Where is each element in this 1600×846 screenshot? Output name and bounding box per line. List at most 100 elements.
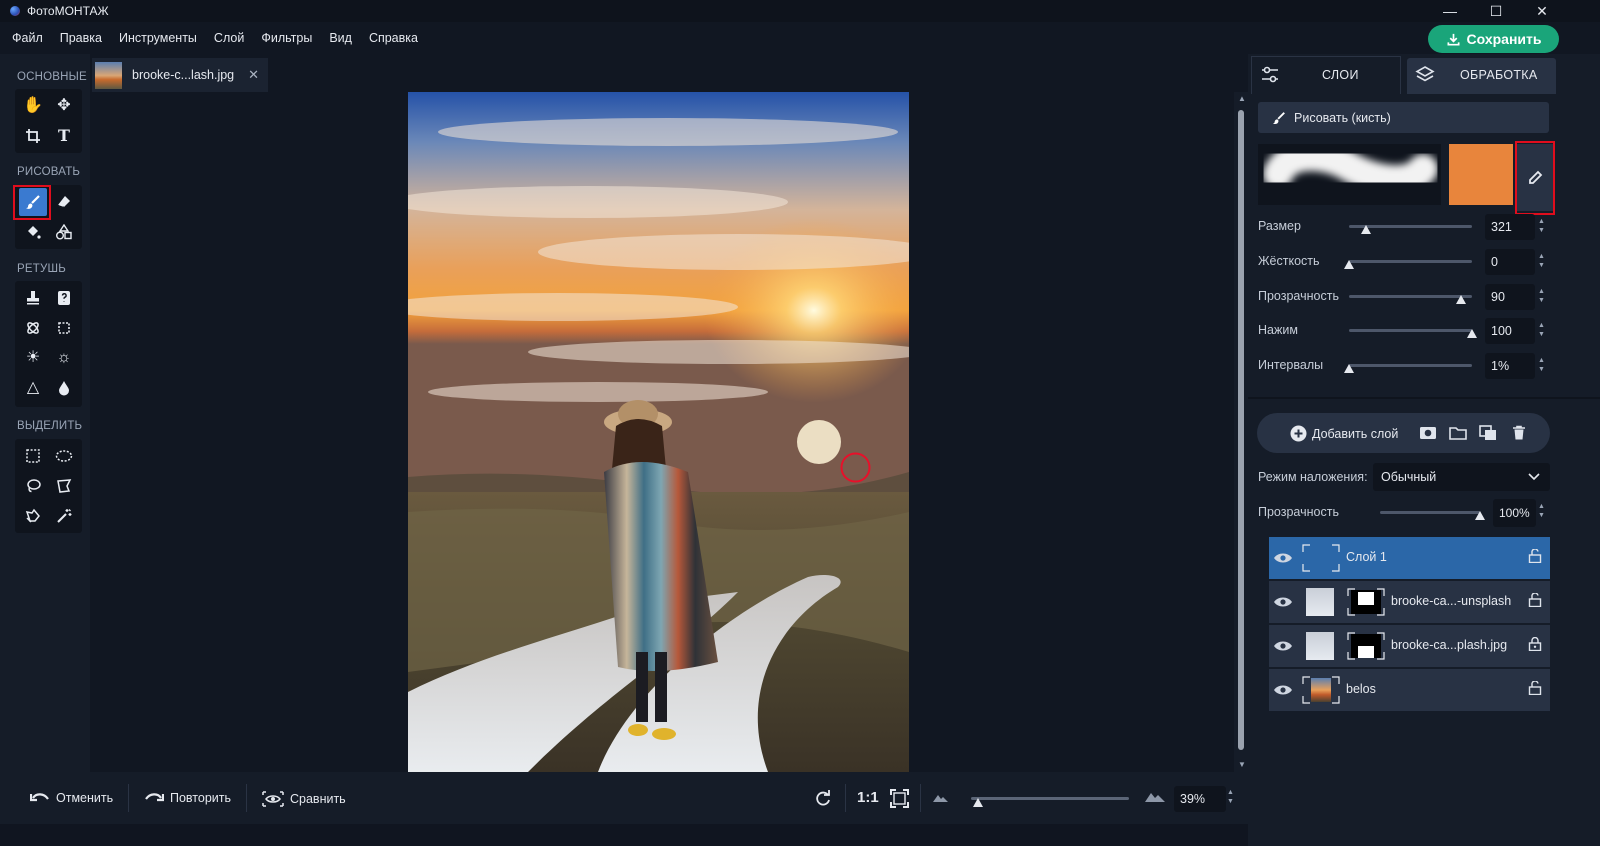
add-mask-button[interactable]	[1419, 425, 1437, 441]
magic-wand-tool[interactable]	[50, 502, 78, 530]
pressure-spinner[interactable]: ▲ ▼	[1538, 321, 1548, 339]
undo-label: Отменить	[56, 791, 114, 805]
trash-icon	[1513, 425, 1525, 440]
size-spinner[interactable]: ▲ ▼	[1538, 217, 1548, 235]
layer-opacity-slider[interactable]	[1380, 511, 1480, 514]
hand-tool[interactable]: ✋	[19, 92, 47, 120]
canvas-vertical-scrollbar[interactable]: ▲ ▼	[1234, 92, 1248, 772]
opacity-value-field[interactable]: 90	[1485, 284, 1535, 310]
menu-file[interactable]: Файл	[12, 31, 43, 45]
text-tool[interactable]: T	[50, 122, 78, 150]
opacity-slider-handle[interactable]	[1455, 295, 1466, 304]
fit-screen-icon[interactable]	[890, 789, 909, 808]
menu-edit[interactable]: Правка	[60, 31, 102, 45]
add-layer-button[interactable]: Добавить слой	[1290, 425, 1398, 442]
brush-shape-preview[interactable]	[1258, 141, 1441, 205]
layer-opacity-spinner[interactable]: ▲ ▼	[1538, 502, 1548, 520]
intervals-spinner[interactable]: ▲ ▼	[1538, 356, 1548, 374]
zoom-1-1-button[interactable]: 1:1	[857, 789, 879, 806]
hardness-slider-handle[interactable]	[1344, 260, 1354, 269]
stamp-tool[interactable]	[19, 284, 47, 312]
menu-layer[interactable]: Слой	[214, 31, 244, 45]
separator	[246, 784, 247, 812]
lock-icon[interactable]	[1528, 636, 1542, 654]
unlock-icon[interactable]	[1528, 680, 1542, 698]
photo-canvas[interactable]	[408, 92, 909, 772]
rect-select-tool[interactable]	[19, 442, 47, 470]
scroll-down-icon[interactable]: ▼	[1238, 760, 1246, 769]
brush-color-swatch[interactable]	[1449, 144, 1513, 205]
zoom-in-mountain-icon[interactable]	[1144, 789, 1166, 803]
save-button[interactable]: Сохранить	[1428, 25, 1559, 53]
blur-tool[interactable]	[50, 374, 78, 402]
layer-row-brooke-unsplash[interactable]: brooke-ca...-unsplash	[1269, 581, 1550, 623]
eraser-tool[interactable]	[50, 188, 78, 216]
pressure-value-field[interactable]: 100	[1485, 318, 1535, 344]
crop-tool[interactable]	[19, 122, 47, 150]
zoom-value-field[interactable]: 39%	[1174, 786, 1226, 812]
close-tab-icon[interactable]: ✕	[248, 67, 259, 83]
hardness-slider[interactable]	[1349, 260, 1472, 263]
redo-button[interactable]: Повторить	[144, 791, 231, 805]
duplicate-layer-button[interactable]	[1479, 425, 1497, 441]
pressure-slider[interactable]	[1349, 329, 1472, 332]
maximize-button[interactable]: ☐	[1473, 0, 1519, 22]
undo-button[interactable]: Отменить	[30, 791, 113, 805]
menu-view[interactable]: Вид	[329, 31, 352, 45]
visibility-eye-icon[interactable]	[1273, 680, 1293, 700]
intervals-slider[interactable]	[1349, 364, 1472, 367]
zoom-slider-track[interactable]	[971, 797, 1129, 800]
move-tool[interactable]: ✥	[50, 92, 78, 120]
zoom-spinner[interactable]: ▲ ▼	[1227, 788, 1237, 806]
magnetic-lasso-tool[interactable]	[19, 502, 47, 530]
shapes-tool[interactable]	[50, 218, 78, 246]
undo-icon	[30, 793, 49, 802]
draw-brush-mode-button[interactable]: Рисовать (кисть)	[1258, 102, 1549, 133]
menu-filters[interactable]: Фильтры	[261, 31, 312, 45]
open-folder-button[interactable]	[1449, 425, 1467, 441]
scrollbar-thumb[interactable]	[1238, 110, 1244, 750]
scroll-up-icon[interactable]: ▲	[1238, 94, 1246, 103]
hardness-value-field[interactable]: 0	[1485, 249, 1535, 275]
intervals-slider-handle[interactable]	[1344, 364, 1354, 373]
polygon-lasso-tool[interactable]	[50, 472, 78, 500]
layer-row-belos[interactable]: belos	[1269, 669, 1550, 711]
intervals-value-field[interactable]: 1%	[1485, 353, 1535, 379]
compare-button[interactable]: Сравнить	[262, 791, 346, 807]
layer-opacity-value-field[interactable]: 100%	[1493, 499, 1536, 527]
ellipse-select-tool[interactable]	[50, 442, 78, 470]
shapes-icon	[56, 224, 72, 240]
opacity-spinner[interactable]: ▲ ▼	[1538, 287, 1548, 305]
fill-tool[interactable]	[19, 218, 47, 246]
zoom-slider-handle[interactable]	[972, 798, 983, 807]
visibility-eye-icon[interactable]	[1273, 548, 1293, 568]
unlock-icon[interactable]	[1528, 592, 1542, 610]
opacity-slider[interactable]	[1349, 295, 1472, 298]
menu-help[interactable]: Справка	[369, 31, 418, 45]
hardness-spinner[interactable]: ▲ ▼	[1538, 252, 1548, 270]
delete-layer-button[interactable]	[1510, 425, 1528, 441]
darken-tool[interactable]: ☼	[50, 344, 78, 372]
document-tab[interactable]: brooke-c...lash.jpg ✕	[92, 58, 268, 92]
close-window-button[interactable]: ✕	[1519, 0, 1565, 22]
size-value-field[interactable]: 321	[1485, 214, 1535, 240]
lasso-tool[interactable]	[19, 472, 47, 500]
pressure-slider-handle[interactable]	[1467, 329, 1477, 338]
layer-opacity-slider-handle[interactable]	[1475, 511, 1485, 520]
minimize-button[interactable]: —	[1427, 0, 1473, 22]
layer-row-brooke-jpg[interactable]: brooke-ca...plash.jpg	[1269, 625, 1550, 667]
blend-mode-select[interactable]: Обычный	[1373, 463, 1550, 491]
unlock-icon[interactable]	[1528, 548, 1542, 566]
frame-tool[interactable]	[50, 314, 78, 342]
visibility-eye-icon[interactable]	[1273, 636, 1293, 656]
layer-row-layer1[interactable]: Слой 1	[1269, 537, 1550, 579]
menu-tools[interactable]: Инструменты	[119, 31, 197, 45]
lighten-tool[interactable]: ☀	[19, 344, 47, 372]
size-slider-handle[interactable]	[1361, 225, 1372, 234]
healing-tool[interactable]	[50, 284, 78, 312]
visibility-eye-icon[interactable]	[1273, 592, 1293, 612]
zoom-out-mountain-icon[interactable]	[932, 791, 950, 803]
sharpen-tool[interactable]: △	[19, 374, 47, 402]
patch-tool[interactable]	[19, 314, 47, 342]
rotate-icon[interactable]	[814, 789, 832, 807]
